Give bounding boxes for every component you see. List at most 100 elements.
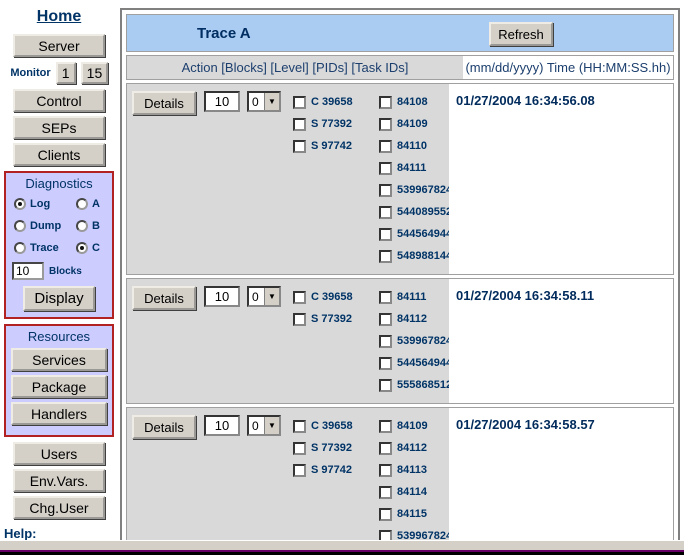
trace-block-time-cell: 01/27/2004 16:34:58.11 xyxy=(449,279,673,403)
radio-trace[interactable]: Trace xyxy=(14,237,76,259)
checkbox-row: S 77392 xyxy=(293,308,375,330)
checkbox[interactable] xyxy=(379,228,392,241)
resources-title: Resources xyxy=(8,329,110,344)
checkbox[interactable] xyxy=(379,206,392,219)
trace-block-time-cell: 01/27/2004 16:34:56.08 xyxy=(449,84,673,274)
radio-label: A xyxy=(92,198,100,210)
checkbox[interactable] xyxy=(293,420,306,433)
blocks-count-input[interactable] xyxy=(204,91,240,112)
server-button[interactable]: Server xyxy=(13,34,105,57)
trace-block-1: Details 0 ▼ C 39658S 77392S 97742 841088… xyxy=(126,83,674,275)
chg-user-button[interactable]: Chg.User xyxy=(13,496,105,519)
refresh-button[interactable]: Refresh xyxy=(489,22,553,46)
checkbox-label: 84109 xyxy=(397,420,428,432)
radio-dump[interactable]: Dump xyxy=(14,215,76,237)
package-button[interactable]: Package xyxy=(11,375,107,398)
users-button[interactable]: Users xyxy=(13,442,105,465)
checkbox-label: 539967824 xyxy=(397,184,452,196)
sidebar: Home Server Monitor 1 15 Control SEPs Cl… xyxy=(0,0,118,555)
radio-c[interactable]: C xyxy=(76,237,114,259)
checkbox[interactable] xyxy=(293,442,306,455)
checkbox[interactable] xyxy=(379,313,392,326)
home-nav: Home xyxy=(0,8,118,26)
checkbox-label: C 39658 xyxy=(311,96,353,108)
checkbox[interactable] xyxy=(379,162,392,175)
checkbox-label: 84112 xyxy=(397,442,427,454)
level-select[interactable]: 0 ▼ xyxy=(247,415,281,436)
radio-button-icon[interactable] xyxy=(14,242,26,254)
column-header-time: (mm/dd/yyyy) Time (HH:MM:SS.hh) xyxy=(463,56,673,79)
dropdown-arrow-icon[interactable]: ▼ xyxy=(264,417,279,434)
blocks-input[interactable] xyxy=(12,262,44,280)
title-bar: Trace A Refresh xyxy=(126,14,674,52)
checkbox[interactable] xyxy=(379,96,392,109)
radio-label: Trace xyxy=(30,242,59,254)
checkbox-row: C 39658 xyxy=(293,91,375,113)
level-select-value: 0 xyxy=(249,290,264,304)
column-header-action: Action [Blocks] [Level] [PIDs] [Task IDs… xyxy=(127,56,463,79)
radio-button-icon[interactable] xyxy=(14,220,26,232)
main-panel: Trace A Refresh Action [Blocks] [Level] … xyxy=(120,8,680,555)
radio-button-icon[interactable] xyxy=(76,220,88,232)
home-link[interactable]: Home xyxy=(37,8,81,25)
seps-button[interactable]: SEPs xyxy=(13,116,105,139)
display-button[interactable]: Display xyxy=(23,286,95,311)
dropdown-arrow-icon[interactable]: ▼ xyxy=(264,288,279,305)
checkbox[interactable] xyxy=(379,442,392,455)
checkbox[interactable] xyxy=(293,291,306,304)
level-select[interactable]: 0 ▼ xyxy=(247,286,281,307)
checkbox[interactable] xyxy=(293,140,306,153)
checkbox[interactable] xyxy=(379,291,392,304)
services-button[interactable]: Services xyxy=(11,348,107,371)
checkbox[interactable] xyxy=(379,464,392,477)
monitor-1-button[interactable]: 1 xyxy=(56,62,76,84)
monitor-15-button[interactable]: 15 xyxy=(81,62,108,84)
checkbox[interactable] xyxy=(379,184,392,197)
trace-block-3: Details 0 ▼ C 39658S 77392S 97742 841098… xyxy=(126,407,674,555)
timestamp: 01/27/2004 16:34:58.11 xyxy=(456,288,594,303)
checkbox[interactable] xyxy=(293,118,306,131)
radio-button-icon[interactable] xyxy=(76,198,88,210)
radio-log[interactable]: Log xyxy=(14,193,76,215)
checkbox-label: S 77392 xyxy=(311,442,352,454)
checkbox[interactable] xyxy=(293,464,306,477)
control-button[interactable]: Control xyxy=(13,89,105,112)
checkbox-label: 539967824 xyxy=(397,335,452,347)
dropdown-arrow-icon[interactable]: ▼ xyxy=(264,93,279,110)
details-button[interactable]: Details xyxy=(132,91,196,115)
radio-button-icon[interactable] xyxy=(76,242,88,254)
checkbox[interactable] xyxy=(379,486,392,499)
blocks-input-row: Blocks xyxy=(8,260,110,282)
checkbox[interactable] xyxy=(379,118,392,131)
details-button[interactable]: Details xyxy=(132,286,196,310)
trace-block-controls: Details 0 ▼ C 39658S 77392 8411184112539… xyxy=(127,279,449,403)
radio-b[interactable]: B xyxy=(76,215,114,237)
level-select[interactable]: 0 ▼ xyxy=(247,91,281,112)
level-select-value: 0 xyxy=(249,95,264,109)
checkbox[interactable] xyxy=(379,357,392,370)
checkbox-label: S 77392 xyxy=(311,118,352,130)
radio-a[interactable]: A xyxy=(76,193,114,215)
checkbox[interactable] xyxy=(379,140,392,153)
bottom-bar xyxy=(0,540,684,555)
checkbox[interactable] xyxy=(293,313,306,326)
checkbox-label: 544089552 xyxy=(397,206,452,218)
blocks-count-input[interactable] xyxy=(204,415,240,436)
checkbox[interactable] xyxy=(379,250,392,263)
checkbox[interactable] xyxy=(293,96,306,109)
checkbox-label: 84111 xyxy=(397,291,426,303)
checkbox[interactable] xyxy=(379,508,392,521)
trace-block-time-cell: 01/27/2004 16:34:58.57 xyxy=(449,408,673,555)
clients-button[interactable]: Clients xyxy=(13,143,105,166)
handlers-button[interactable]: Handlers xyxy=(11,402,107,425)
env-vars-button[interactable]: Env.Vars. xyxy=(13,469,105,492)
checkbox[interactable] xyxy=(379,379,392,392)
diagnostics-radio-group: Log A Dump B Trace C xyxy=(8,193,110,259)
horizontal-scrollbar[interactable] xyxy=(0,540,684,550)
checkbox[interactable] xyxy=(379,335,392,348)
details-button[interactable]: Details xyxy=(132,415,196,439)
blocks-count-input[interactable] xyxy=(204,286,240,307)
checkbox[interactable] xyxy=(379,420,392,433)
radio-button-icon[interactable] xyxy=(14,198,26,210)
checkbox-label: 84114 xyxy=(397,486,427,498)
